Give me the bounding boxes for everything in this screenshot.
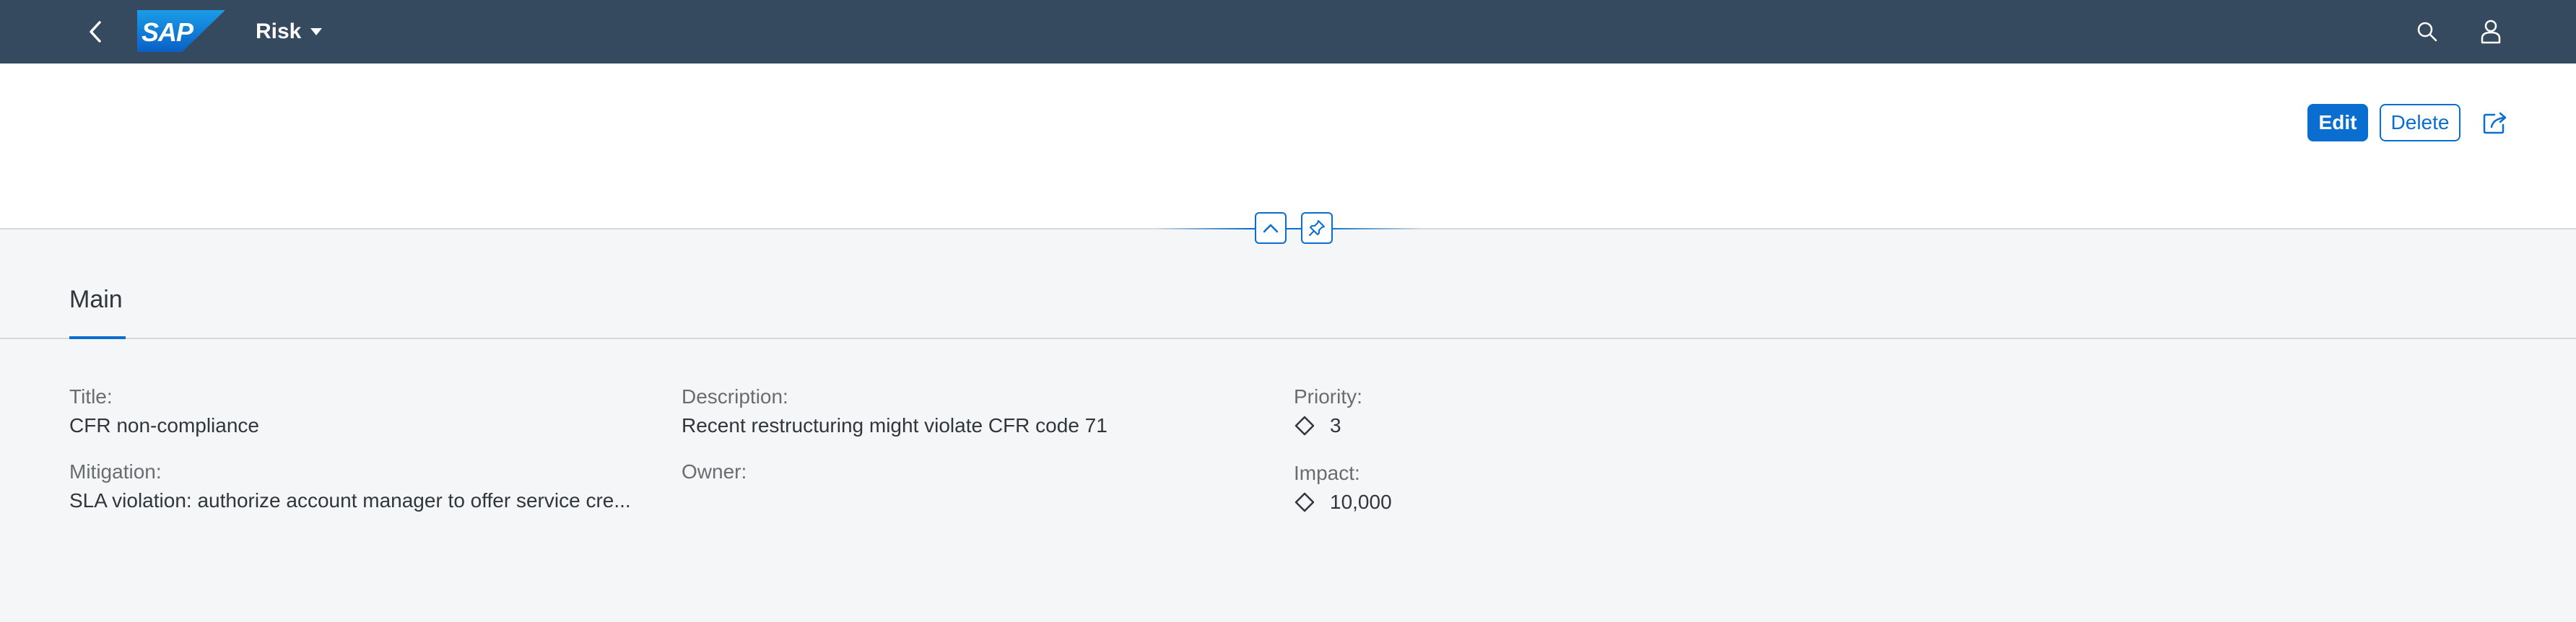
description-label: Description: [682,385,788,408]
shell-bar: SAP Risk [0,0,2576,63]
tab-bar-divider [0,338,2576,339]
priority-indicator: 3 [1294,414,1341,437]
object-header: Edit Delete [0,63,2576,229]
priority-label: Priority: [1294,385,1362,408]
diamond-icon [1294,491,1315,513]
title-label: Title: [69,385,113,408]
pin-icon [1308,219,1326,237]
diamond-icon [1294,415,1315,437]
impact-label: Impact: [1294,462,1360,484]
priority-value: 3 [1330,414,1341,437]
tab-main-selected-indicator [69,336,126,339]
pin-header-button[interactable] [1301,212,1333,244]
search-icon[interactable] [2411,16,2443,48]
sap-logo-text: SAP [142,17,193,47]
collapse-header-button[interactable] [1255,212,1287,244]
chevron-up-icon [1263,223,1279,233]
share-icon[interactable] [2478,105,2512,140]
edit-button[interactable]: Edit [2307,104,2368,141]
owner-label: Owner: [682,460,747,483]
delete-button[interactable]: Delete [2380,104,2460,141]
mitigation-value: SLA violation: authorize account manager… [69,489,631,512]
impact-value: 10,000 [1330,491,1392,513]
tab-main[interactable]: Main [69,286,123,315]
app-title-menu[interactable]: Risk [256,16,323,48]
header-divider-line [1155,228,1422,229]
app-title: Risk [256,19,302,43]
title-value: CFR non-compliance [69,414,259,437]
impact-indicator: 10,000 [1294,491,1392,514]
description-value: Recent restructuring might violate CFR c… [682,414,1108,437]
caret-down-icon [310,27,323,36]
mitigation-label: Mitigation: [69,460,162,483]
sap-logo[interactable]: SAP [137,10,225,52]
back-arrow-icon[interactable] [79,16,111,48]
user-icon[interactable] [2475,16,2507,48]
